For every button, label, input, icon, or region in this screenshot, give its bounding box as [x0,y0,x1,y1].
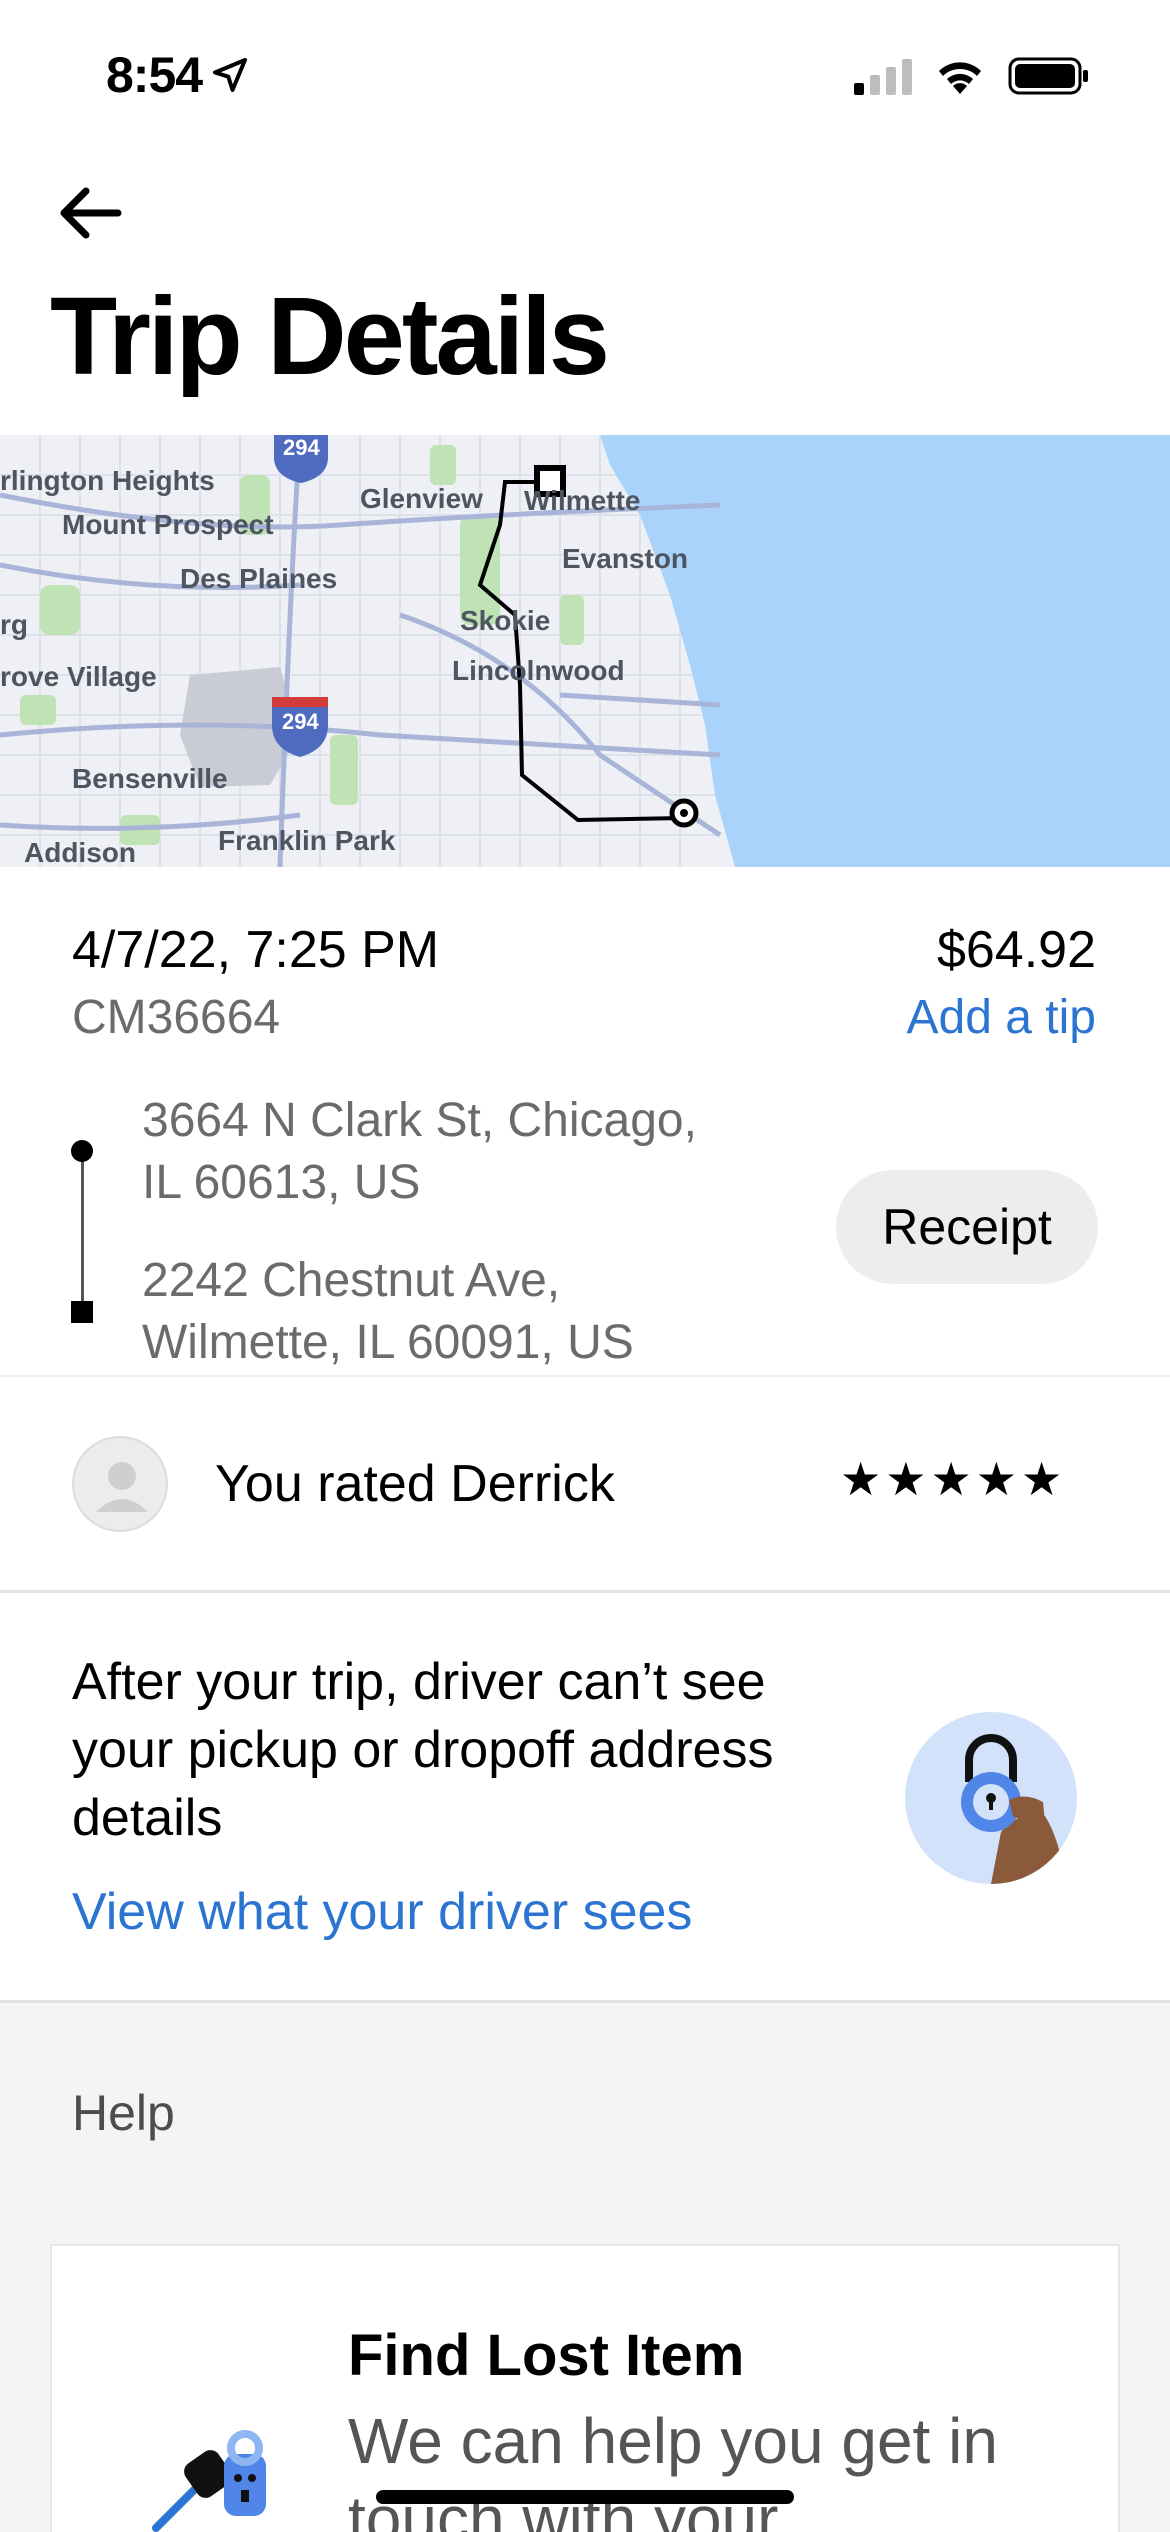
map-label-evanston: Evanston [562,543,689,574]
help-heading: Help [72,2085,175,2141]
rating-text: You rated Derrick [215,1455,615,1513]
map-label-mount-prospect: Mount Prospect [62,509,274,540]
keys-illustration-icon [146,2418,286,2532]
wifi-icon [939,62,981,94]
pickup-address: 3664 N Clark St, Chicago, IL 60613, US [142,1090,697,1214]
map-label-bensenville: Bensenville [72,763,228,794]
status-icons [852,56,1090,96]
map-label-wilmette: Wilmette [524,485,641,516]
clock-time: 8:54 [106,47,203,103]
map-label-addison: Addison [24,837,136,867]
pickup-address-line2: IL 60613, US [142,1156,421,1209]
dropoff-address-line1: 2242 Chestnut Ave, [142,1254,561,1307]
location-arrow-icon [213,58,248,92]
star-rating: ★★★★★ [840,1452,1067,1506]
map-label-glenview: Glenview [360,483,483,514]
battery-icon [1008,57,1088,95]
map-label-des-plaines: Des Plaines [180,563,338,594]
lock-illustration-icon [905,1712,1077,1884]
view-driver-view-link[interactable]: View what your driver sees [72,1882,692,1942]
pickup-dot-icon [71,1140,93,1162]
home-indicator[interactable] [376,2490,794,2504]
privacy-message: After your trip, driver can’t see your p… [72,1653,774,1847]
highway-shield-label: 294 [283,435,320,460]
trip-price: $64.92 [936,921,1096,979]
map-label-skokie: Skokie [460,605,551,636]
dropoff-square-icon [71,1301,93,1323]
status-bar: 8:54 [0,0,1170,150]
route-connector [81,1152,84,1310]
divider [0,1375,1170,1377]
trip-id: CM36664 [72,991,281,1044]
map-label-arlington-heights: rlington Heights [0,465,215,496]
dropoff-address-line2: Wilmette, IL 60091, US [142,1316,634,1369]
divider [0,1590,1170,1593]
help-card-title: Find Lost Item [348,2323,745,2388]
highway-shield-label: 294 [282,709,319,734]
map-label-elk-grove-village: rove Village [0,661,157,692]
receipt-button[interactable]: Receipt [836,1170,1098,1284]
map-label-franklin-park: Franklin Park [218,825,396,856]
cellular-signal-icon [854,59,912,95]
help-card-subtitle: We can help you get in touch with your [348,2405,998,2532]
trip-datetime: 4/7/22, 7:25 PM [72,921,440,979]
divider [0,2000,1170,2003]
page-title: Trip Details [50,275,610,398]
map-label-lincolnwood: Lincolnwood [452,655,625,686]
pickup-address-line1: 3664 N Clark St, Chicago, [142,1094,697,1147]
dropoff-address: 2242 Chestnut Ave, Wilmette, IL 60091, U… [142,1250,634,1374]
back-arrow-icon [60,187,122,239]
driver-avatar [72,1436,168,1532]
add-tip-link[interactable]: Add a tip [907,990,1096,1045]
status-time: 8:54 [106,46,250,104]
trip-map[interactable]: rlington Heights Mount Prospect Des Plai… [0,435,1170,867]
map-label-rg: rg [0,609,28,640]
person-placeholder-icon [96,1462,148,1512]
back-button[interactable] [56,178,136,248]
